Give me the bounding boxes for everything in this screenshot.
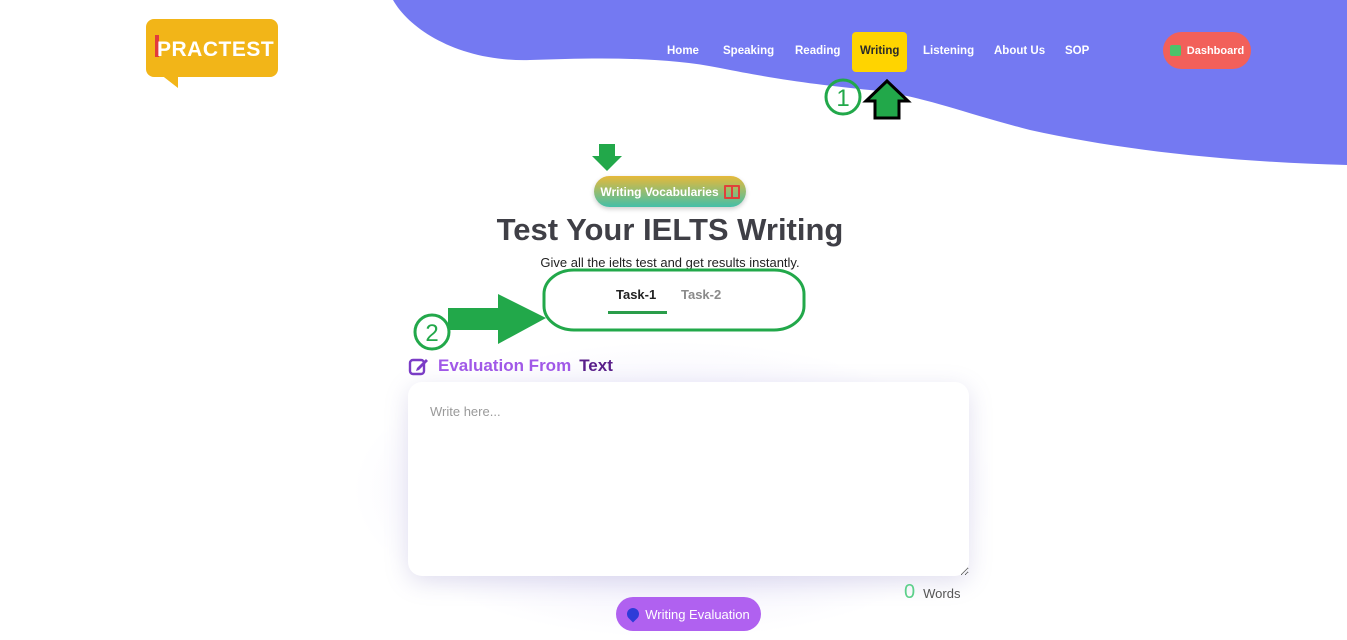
down-arrow-icon <box>592 144 622 171</box>
writing-evaluation-button[interactable]: Writing Evaluation <box>616 597 761 631</box>
nav-home[interactable]: Home <box>667 32 699 72</box>
writing-evaluation-label: Writing Evaluation <box>645 606 750 622</box>
nav-reading[interactable]: Reading <box>795 32 840 72</box>
writing-textarea[interactable] <box>408 382 969 576</box>
annotation-1: 1 <box>824 78 912 120</box>
nav-writing[interactable]: Writing <box>852 32 908 72</box>
nav-speaking[interactable]: Speaking <box>723 32 774 72</box>
annotation-1-number: 1 <box>836 85 849 112</box>
edit-icon <box>408 358 428 376</box>
heart-icon <box>624 605 642 623</box>
word-count-label: Words <box>923 586 961 601</box>
section-title: Evaluation From Text <box>408 355 613 377</box>
dashboard-button[interactable]: Dashboard <box>1163 32 1251 69</box>
writing-editor-container <box>408 382 969 576</box>
annotation-2-highlight <box>542 268 806 332</box>
word-counter: 0 Words <box>904 581 960 604</box>
dashboard-label: Dashboard <box>1186 44 1245 57</box>
up-arrow-icon <box>862 78 912 120</box>
writing-vocabularies-button[interactable]: Writing Vocabularies <box>594 176 746 207</box>
logo-tail <box>160 74 178 88</box>
right-arrow-icon <box>448 294 546 344</box>
book-icon <box>723 184 740 199</box>
nav-sop[interactable]: SOP <box>1065 32 1089 72</box>
section-title-part1: Evaluation From <box>438 356 572 375</box>
writing-vocabularies-label: Writing Vocabularies <box>600 184 719 199</box>
nav-about-us[interactable]: About Us <box>994 32 1045 72</box>
page-title: Test Your IELTS Writing <box>496 212 844 247</box>
logo-text: PRACTEST <box>157 38 275 61</box>
word-count-value: 0 <box>904 581 916 603</box>
dashboard-icon <box>1169 45 1181 56</box>
section-title-part2: Text <box>579 356 613 375</box>
nav-listening[interactable]: Listening <box>923 32 974 72</box>
